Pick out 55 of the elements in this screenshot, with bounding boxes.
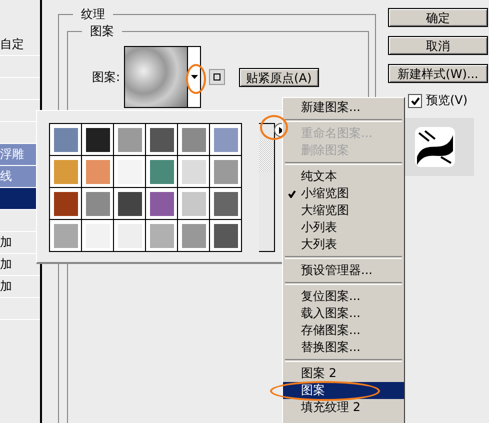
- style-preview-drawing: [415, 127, 455, 167]
- pattern-thumbnail[interactable]: [86, 128, 110, 152]
- pattern-thumbnail[interactable]: [86, 192, 110, 216]
- menu-item[interactable]: 填充纹理 2: [283, 399, 404, 416]
- preview-label: 预览(V): [426, 92, 468, 109]
- scrollbar[interactable]: [259, 123, 275, 252]
- menu-item[interactable]: 大列表: [283, 236, 404, 253]
- menu-item[interactable]: 图案: [283, 382, 404, 399]
- pattern-thumbnail[interactable]: [118, 128, 142, 152]
- pattern-thumbnail[interactable]: [150, 224, 174, 248]
- pattern-thumbnail[interactable]: [214, 128, 238, 152]
- pattern-thumbnail[interactable]: [54, 128, 78, 152]
- pattern-thumbnail[interactable]: [118, 192, 142, 216]
- pattern-swatch[interactable]: [124, 46, 188, 108]
- menu-item[interactable]: 存储图案...: [283, 322, 404, 339]
- pattern-thumbnail[interactable]: [150, 160, 174, 184]
- style-list-item[interactable]: 自定: [0, 34, 40, 56]
- menu-item[interactable]: 替换图案...: [283, 339, 404, 356]
- new-preset-button[interactable]: [209, 69, 226, 85]
- menu-item[interactable]: 复位图案...: [283, 288, 404, 305]
- menu-item[interactable]: 纯文本: [283, 168, 404, 185]
- menu-item[interactable]: 小列表: [283, 219, 404, 236]
- menu-item[interactable]: 预设管理器...: [283, 262, 404, 279]
- dropdown-button[interactable]: [188, 46, 202, 108]
- pattern-thumbnail[interactable]: [182, 192, 206, 216]
- menu-item[interactable]: 新建图案...: [283, 99, 404, 116]
- annotation-circle: [186, 64, 206, 94]
- menu-item[interactable]: 图案 2: [283, 365, 404, 382]
- pattern-thumbnail[interactable]: [214, 160, 238, 184]
- dialog-button[interactable]: 确定: [388, 8, 488, 27]
- menu-item[interactable]: 大缩览图: [283, 202, 404, 219]
- check-icon: [288, 190, 296, 198]
- caret-icon: [190, 75, 198, 79]
- pattern-thumbnail[interactable]: [182, 224, 206, 248]
- menu-item[interactable]: 载入图案...: [283, 305, 404, 322]
- dialog-button[interactable]: 新建样式(W)...: [388, 64, 488, 83]
- pattern-thumbnail[interactable]: [150, 192, 174, 216]
- style-list-item[interactable]: 加: [0, 276, 40, 298]
- pattern-thumbnail[interactable]: [182, 128, 206, 152]
- group-title: 纹理: [80, 6, 106, 23]
- pattern-thumbnail[interactable]: [86, 160, 110, 184]
- pattern-thumbnail[interactable]: [54, 160, 78, 184]
- pattern-label: 图案:: [92, 68, 120, 86]
- group-title: 图案: [89, 23, 115, 40]
- pattern-thumbnail[interactable]: [182, 160, 206, 184]
- pattern-thumbnail[interactable]: [150, 128, 174, 152]
- preview-checkbox[interactable]: [408, 94, 422, 108]
- dialog-button[interactable]: 取消: [388, 36, 488, 55]
- annotation-circle: [260, 115, 288, 140]
- pattern-thumbnail[interactable]: [54, 192, 78, 216]
- pattern-thumbnail[interactable]: [54, 224, 78, 248]
- menu-item[interactable]: 小缩览图: [283, 185, 404, 202]
- pattern-thumbnail[interactable]: [214, 224, 238, 248]
- pattern-thumbnail[interactable]: [214, 192, 238, 216]
- snap-to-origin-button[interactable]: 贴紧原点(A): [239, 68, 319, 86]
